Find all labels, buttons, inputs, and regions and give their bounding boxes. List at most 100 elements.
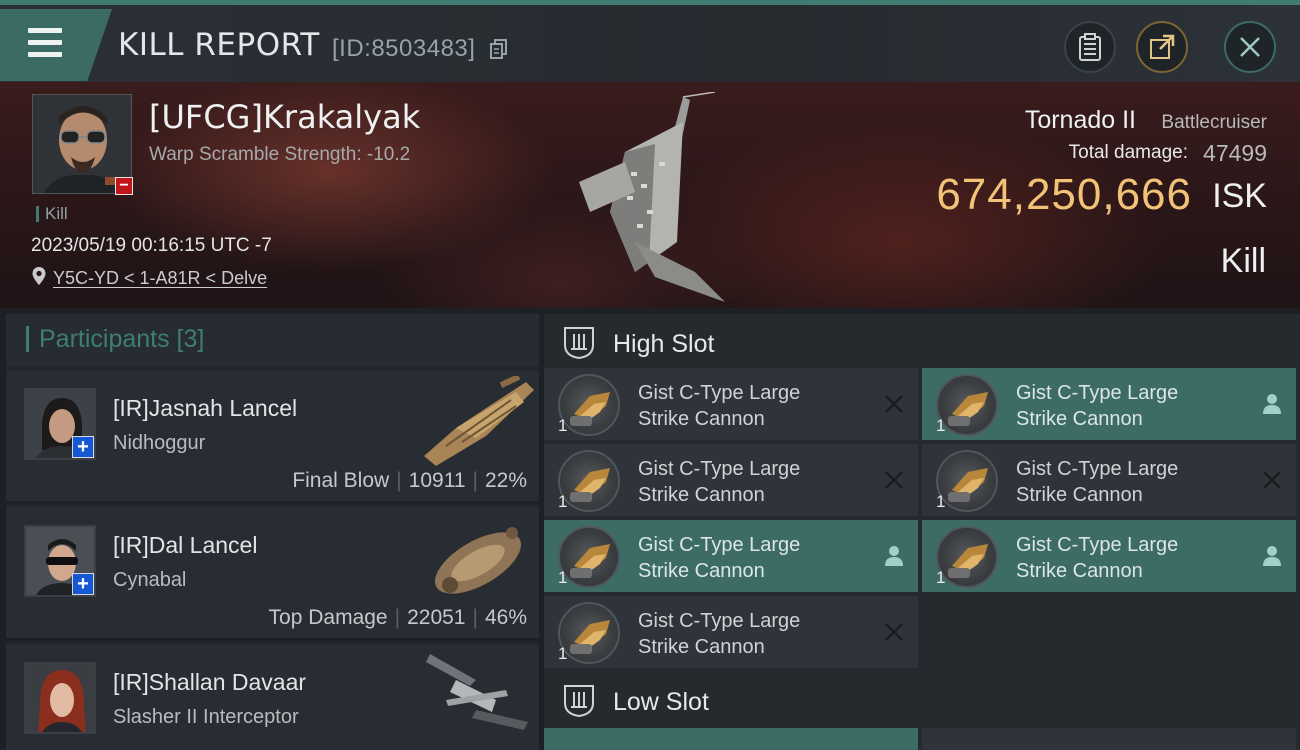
header-bar: KILL REPORT [ID:8503483] [0,0,1300,82]
page-title: KILL REPORT [118,27,320,63]
person-icon [1263,546,1281,566]
participant-ship-image[interactable] [416,650,536,740]
module-quantity: 1 [558,416,568,435]
close-icon [1240,37,1260,57]
participant-name[interactable]: [IR]Dal Lancel [113,532,257,559]
corp-badge: + [72,436,94,458]
total-damage-value: 47499 [1203,140,1267,166]
participant-portrait-image [26,664,94,732]
participant-ship-image[interactable] [416,513,536,603]
module-name: Gist C-Type Large Strike Cannon [1016,380,1246,432]
module-name-line1: Gist C-Type Large [638,534,801,556]
module-name-line2: Strike Cannon [638,408,765,430]
participant-name[interactable]: [IR]Jasnah Lancel [113,395,297,422]
module-name-line1: Gist C-Type Large [1016,458,1179,480]
destroyed-x-icon [885,471,903,489]
module-name: Gist C-Type Large Strike Cannon [1016,532,1246,584]
participant-row[interactable]: [IR]Shallan Davaar Slasher II Intercepto… [6,644,539,750]
victim-ship-image[interactable] [565,92,740,302]
participant-stats: Final Blow | 10911 | 22% [292,469,527,492]
clipboard-button[interactable] [1064,21,1116,73]
module-name-line2: Strike Cannon [1016,484,1143,506]
hostile-badge: − [115,177,133,195]
participant-ship: Cynabal [113,569,187,591]
isk-unit: ISK [1212,177,1267,215]
high-slot-icon [564,327,594,359]
participant-stats: Top Damage | 22051 | 46% [268,606,527,629]
high-slot-header: High Slot [544,318,1300,368]
participants-panel: Participants [3] + [IR]Jasnah Lancel Nid… [6,314,539,750]
victim-ship-class: Battlecruiser [1161,112,1267,133]
participant-avatar[interactable] [24,662,96,734]
module-item[interactable]: 1 Gist C-Type Large Strike Cannon [544,520,918,592]
low-slot-header: Low Slot [544,676,1300,726]
module-quantity: 1 [936,492,946,511]
person-icon [1263,394,1281,414]
module-item[interactable]: 1 Gist C-Type Large Strike Cannon [922,520,1296,592]
low-slot-label: Low Slot [613,688,709,716]
low-slot-module[interactable] [544,728,918,750]
module-name-line1: Gist C-Type Large [1016,534,1179,556]
location-link[interactable]: Y5C-YD < 1-A81R < Delve [53,268,267,289]
destroyed-x-icon [885,623,903,641]
module-name-line1: Gist C-Type Large [1016,382,1179,404]
result-label: Kill [1220,242,1266,280]
module-name: Gist C-Type Large Strike Cannon [638,380,868,432]
module-name-line2: Strike Cannon [1016,560,1143,582]
high-slot-label: High Slot [613,330,715,358]
module-name-line2: Strike Cannon [1016,408,1143,430]
clipboard-icon [1079,33,1101,61]
participant-row[interactable]: + [IR]Jasnah Lancel Nidhoggur Final Blow… [6,370,539,504]
module-name-line1: Gist C-Type Large [638,610,801,632]
module-quantity: 1 [558,492,568,511]
module-quantity: 1 [558,568,568,587]
copy-icon[interactable] [490,39,508,59]
participant-row[interactable]: + [IR]Dal Lancel Cynabal Top Damage | 2205… [6,507,539,641]
kill-datetime: 2023/05/19 00:16:15 UTC -7 [31,235,272,256]
victim-ship-name[interactable]: Tornado II [1025,106,1136,135]
location-pin-icon [32,267,46,285]
participant-ship: Nidhoggur [113,432,206,454]
low-slot-icon [564,685,594,717]
module-name-line2: Strike Cannon [638,636,765,658]
module-quantity: 1 [936,568,946,587]
participant-role: Top Damage [268,606,388,629]
participants-title: Participants [3] [26,326,204,352]
total-damage-label: Total damage: [1068,142,1188,163]
module-name-line1: Gist C-Type Large [638,382,801,404]
participant-ship: Slasher II Interceptor [113,706,299,728]
kill-tag: Kill [36,205,68,222]
module-name-line1: Gist C-Type Large [638,458,801,480]
victim-name[interactable]: [UFCG]Krakalyak [149,98,420,136]
fitting-panel: High Slot 1 Gist C-Type Large Strike Canno… [544,314,1300,750]
report-id: [ID:8503483] [332,35,476,62]
participant-damage: 10911 [408,469,466,492]
participant-name[interactable]: [IR]Shallan Davaar [113,669,306,696]
participant-percent: 46% [484,606,527,629]
menu-button[interactable] [0,9,112,81]
module-name: Gist C-Type Large Strike Cannon [638,456,868,508]
close-button[interactable] [1224,21,1276,73]
module-quantity: 1 [936,416,946,435]
destroyed-x-icon [1263,471,1281,489]
low-slot-module[interactable] [922,728,1296,750]
module-name: Gist C-Type Large Strike Cannon [638,608,868,660]
module-name-line2: Strike Cannon [638,484,765,506]
module-item[interactable]: 1 Gist C-Type Large Strike Cannon [544,596,918,668]
corp-badge: + [72,573,94,595]
module-name: Gist C-Type Large Strike Cannon [638,532,868,584]
isk-value: 674,250,666 [936,170,1192,219]
module-item[interactable]: 1 Gist C-Type Large Strike Cannon [922,444,1296,516]
participant-damage: 22051 [407,606,466,629]
share-button[interactable] [1136,21,1188,73]
participant-ship-image[interactable] [416,376,536,466]
module-item[interactable]: 1 Gist C-Type Large Strike Cannon [922,368,1296,440]
module-item[interactable]: 1 Gist C-Type Large Strike Cannon [544,444,918,516]
module-name-line2: Strike Cannon [638,560,765,582]
participant-role: Final Blow [292,469,390,492]
module-item[interactable]: 1 Gist C-Type Large Strike Cannon [544,368,918,440]
person-icon [885,546,903,566]
participant-percent: 22% [484,469,527,492]
victim-banner: − [UFCG]Krakalyak Warp Scramble Strength… [0,82,1300,308]
destroyed-x-icon [885,395,903,413]
